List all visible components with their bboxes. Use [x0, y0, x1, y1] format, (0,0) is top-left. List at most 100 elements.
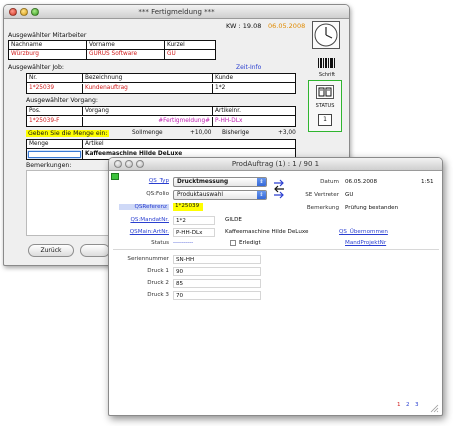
druck2-value[interactable]: 85: [173, 279, 261, 288]
qs-mandat-label[interactable]: QS:MandatNr.: [119, 217, 169, 223]
bemerkungen-label: Bemerkungen:: [26, 162, 72, 169]
pager-page-2[interactable]: 2: [406, 402, 410, 408]
chevron-down-icon: ⇕: [257, 178, 266, 186]
status-label: Status: [151, 240, 169, 246]
bemerkung-value[interactable]: Prüfung bestanden: [343, 204, 433, 213]
druck3-value[interactable]: 70: [173, 291, 261, 300]
secondary-button[interactable]: [80, 244, 110, 257]
gilde-label: GILDE: [225, 217, 242, 223]
mitarbeiter-section-label: Ausgewählter Mitarbeiter: [8, 32, 87, 39]
table-row: Menge Artikel: [27, 140, 295, 149]
vorgang-name-value: #Fertigmeldung#: [83, 117, 213, 126]
seriennummer-value[interactable]: SN-HH: [173, 255, 261, 264]
transfer-icon[interactable]: [272, 179, 286, 199]
druck1-label: Druck 1: [147, 268, 169, 274]
qs-mandat-value[interactable]: 1*2: [173, 216, 215, 225]
se-vertreter-label: SE Vertreter: [305, 192, 339, 198]
artikel-label: Artikel: [85, 141, 104, 147]
seriennummer-label: Seriennummer: [127, 256, 169, 262]
window2-title: ProdAuftrag (1) : 1 / 90 1: [231, 160, 320, 168]
barcode-label: Schrift: [318, 72, 336, 78]
table-row[interactable]: 1*25039-F #Fertigmeldung# P-HH-DLx: [27, 117, 295, 126]
qs-referenz-value[interactable]: 1*25039: [173, 203, 203, 211]
status-value: ----------: [173, 240, 194, 246]
erledigt-checkbox[interactable]: [230, 240, 236, 246]
chevron-down-icon: ⇕: [257, 191, 266, 199]
date-label: 06.05.2008: [268, 22, 306, 30]
header-vorgang: Vorgang: [83, 107, 213, 115]
header-nachname: Nachname: [9, 41, 87, 49]
table-row[interactable]: 1*25039 Kundenauftrag 1*2: [27, 84, 295, 93]
druck1-value[interactable]: 90: [173, 267, 261, 276]
table-row: Pos. Vorgang Artikelnr.: [27, 107, 295, 116]
sollmenge-value: +10,00: [190, 130, 212, 136]
vorgang-table: Pos. Vorgang Artikelnr. 1*25039-F #Ferti…: [26, 106, 296, 127]
pager-page-1[interactable]: 1: [397, 402, 401, 408]
header-kurzel: Kurzel: [167, 42, 185, 48]
time-value: 1:51: [421, 179, 434, 185]
menge-label: Menge: [27, 140, 83, 148]
header-bezeichnung: Bezeichnung: [83, 74, 213, 82]
table-row: Nachname Vorname Kurzel: [9, 41, 215, 50]
erledigt-label: Erledigt: [239, 240, 261, 246]
qs-folio-value: Produktauswahl: [177, 192, 224, 198]
job-bezeichnung-value: Kundenauftrag: [83, 84, 213, 93]
table-row[interactable]: Würzburg GURUS Software GU: [9, 50, 215, 59]
header-vorname: Vorname: [87, 41, 165, 49]
bemerkung-label: Bemerkung: [306, 205, 339, 211]
bisherige-value: +3,00: [278, 130, 296, 136]
sollmenge-label: Sollmenge: [132, 130, 163, 136]
counter-value[interactable]: 1: [318, 114, 332, 126]
pager-page-3[interactable]: 3: [415, 402, 419, 408]
zeit-info-link[interactable]: Zeit-Info: [236, 64, 261, 71]
window1-title: *** Fertigmeldung ***: [138, 8, 215, 16]
header-kunde: Kunde: [215, 75, 234, 81]
vorgang-artikelnr-value: P-HH-DLx: [215, 118, 243, 124]
bemerkungen-textarea[interactable]: [26, 170, 110, 236]
flag-icon: [111, 173, 119, 180]
job-kunde-value: 1*2: [215, 85, 226, 91]
header-nr: Nr.: [27, 74, 83, 82]
qs-main-label[interactable]: QSMain:ArtNr.: [115, 229, 169, 235]
header-pos: Pos.: [27, 107, 83, 115]
kw-label: KW : 19.08: [226, 22, 262, 30]
divider: [113, 249, 439, 250]
qs-ubernommen-label[interactable]: QS_Übernommen: [339, 229, 388, 235]
qs-folio-label: QS:Folio: [146, 191, 169, 197]
barcode-icon[interactable]: [317, 57, 337, 69]
zurueck-button[interactable]: Zurück: [28, 244, 74, 257]
bisherige-label: Bisherige: [222, 130, 250, 136]
job-table: Nr. Bezeichnung Kunde 1*25039 Kundenauft…: [26, 73, 296, 94]
kurzel-value: GU: [167, 51, 176, 57]
se-vertreter-value[interactable]: GU: [343, 191, 393, 200]
job-section-label: Ausgewählter Job:: [8, 64, 64, 71]
status-panel: STATUS 1: [308, 80, 342, 132]
menge-input[interactable]: [27, 150, 83, 159]
document-icon[interactable]: [316, 85, 334, 99]
prodauftrag-window: ProdAuftrag (1) : 1 / 90 1 QS_Typ Druckt…: [108, 157, 443, 416]
nachname-value: Würzburg: [9, 50, 87, 59]
resize-grip-icon[interactable]: [429, 403, 439, 413]
window2-titlebar: ProdAuftrag (1) : 1 / 90 1: [109, 158, 442, 171]
qs-typ-label[interactable]: QS_Typ: [127, 178, 169, 184]
vorgang-section-label: Ausgewählter Vorgang:: [26, 97, 98, 104]
qs-typ-value: Drucktmessung: [177, 179, 229, 185]
job-nr-value: 1*25039: [27, 84, 83, 93]
druck3-label: Druck 3: [147, 292, 169, 298]
menge-prompt: Geben Sie die Menge ein:: [26, 130, 110, 137]
datum-value[interactable]: 06.05.2008: [343, 178, 393, 187]
datum-label: Datum: [320, 179, 339, 185]
status-label: STATUS: [315, 103, 335, 109]
qs-typ-select[interactable]: Drucktmessung ⇕: [173, 177, 267, 187]
artikel-name: Kaffeemaschine Hilde DeLuxe: [225, 229, 309, 235]
header-artikelnr: Artikelnr.: [215, 108, 241, 114]
qs-referenz-label: QSReferenz: [119, 204, 169, 210]
mandprojekt-label[interactable]: MandProjektNr: [345, 240, 386, 246]
qs-folio-select[interactable]: Produktauswahl ⇕: [173, 190, 267, 200]
vorname-value: GURUS Software: [87, 50, 165, 59]
mitarbeiter-table: Nachname Vorname Kurzel Würzburg GURUS S…: [8, 40, 216, 60]
clock-icon[interactable]: [312, 21, 340, 49]
druck2-label: Druck 2: [147, 280, 169, 286]
qs-main-value[interactable]: P-HH-DLx: [173, 228, 215, 237]
window1-titlebar: *** Fertigmeldung ***: [4, 5, 349, 19]
